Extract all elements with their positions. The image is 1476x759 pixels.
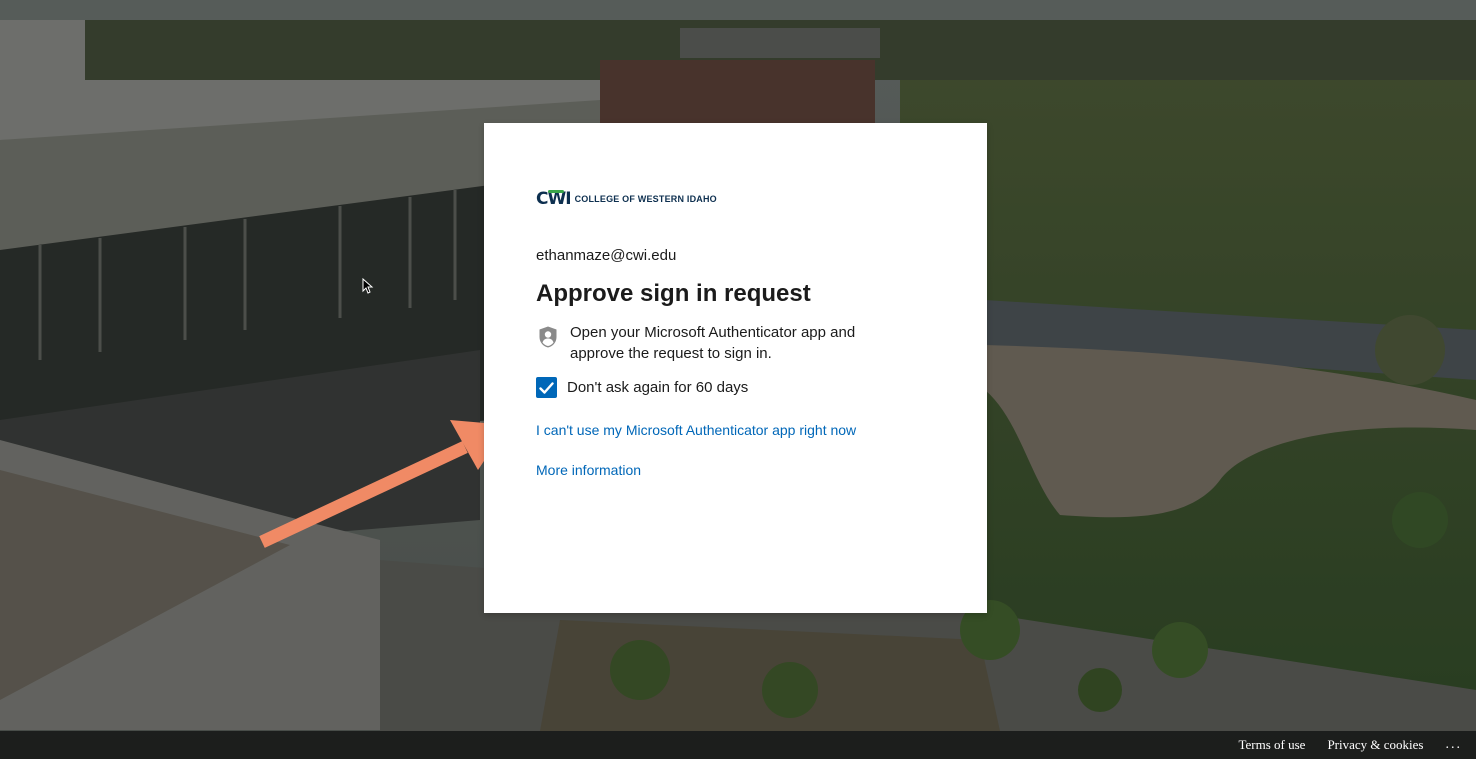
dont-ask-again-checkbox-row[interactable]: Don't ask again for 60 days	[536, 377, 935, 398]
mouse-cursor-icon	[362, 278, 374, 294]
instruction-text: Open your Microsoft Authenticator app an…	[570, 324, 856, 362]
footer-bar: Terms of use Privacy & cookies ...	[0, 731, 1476, 759]
authenticator-instruction: Open your Microsoft Authenticator app an…	[536, 322, 935, 364]
cwi-logo-text: COLLEGE OF WESTERN IDAHO	[574, 194, 717, 204]
cwi-logo-mark: CWI	[536, 189, 572, 209]
privacy-cookies-link[interactable]: Privacy & cookies	[1327, 737, 1423, 753]
cwi-logo: CWI COLLEGE OF WESTERN IDAHO	[536, 189, 935, 209]
dont-ask-again-checkbox[interactable]	[536, 377, 557, 398]
checkmark-icon	[539, 381, 554, 394]
terms-of-use-link[interactable]: Terms of use	[1238, 737, 1305, 753]
cant-use-authenticator-link[interactable]: I can't use my Microsoft Authenticator a…	[536, 422, 935, 438]
signin-card: CWI COLLEGE OF WESTERN IDAHO ethanmaze@c…	[484, 123, 987, 613]
page-title: Approve sign in request	[536, 280, 811, 307]
dont-ask-again-label[interactable]: Don't ask again for 60 days	[567, 379, 748, 396]
account-email: ethanmaze@cwi.edu	[536, 247, 677, 264]
more-options-button[interactable]: ...	[1446, 737, 1463, 753]
more-information-link[interactable]: More information	[536, 462, 935, 478]
authenticator-lock-icon	[539, 326, 557, 348]
